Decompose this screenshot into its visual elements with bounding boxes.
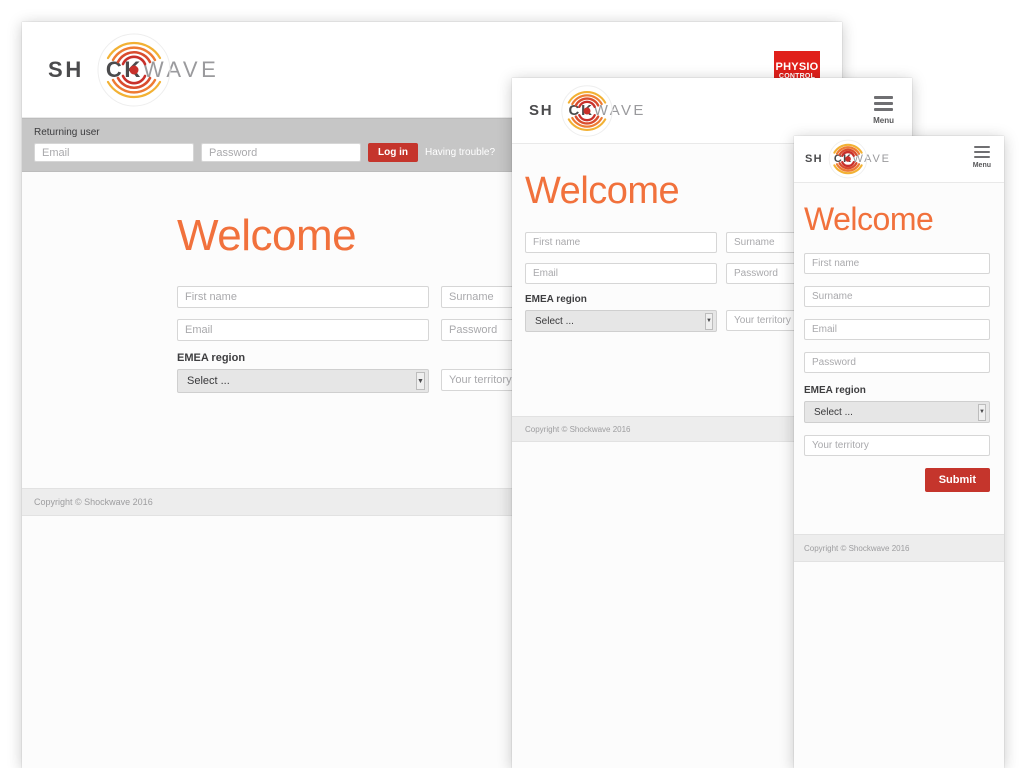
logo-text-sh: SH	[805, 153, 823, 165]
logo-text-ck: CK	[568, 102, 594, 119]
logo-text-sh: SH	[529, 102, 554, 119]
chevron-down-icon: ▼	[416, 372, 425, 390]
responsive-mockup-stage: SHOCKWAVE PHYSIO CONTROL Returning user …	[0, 0, 1024, 768]
mobile-page-body: Welcome First name Surname Email Passwor…	[794, 183, 1004, 768]
password-input[interactable]: Password	[804, 352, 990, 373]
first-name-input[interactable]: First name	[177, 286, 429, 308]
logo-text-wave: WAVE	[142, 56, 220, 82]
emea-region-select[interactable]: Select ... ▼	[177, 369, 429, 393]
shockwave-logo[interactable]: SHOCKWAVE	[805, 139, 891, 179]
menu-button-label: Menu	[873, 116, 894, 125]
copyright-text: Copyright © Shockwave 2016	[525, 424, 631, 434]
chevron-down-icon: ▼	[978, 403, 986, 421]
territory-input[interactable]: Your territory	[804, 435, 990, 456]
copyright-text: Copyright © Shockwave 2016	[34, 497, 153, 507]
emea-region-select[interactable]: Select ... ▼	[804, 401, 990, 423]
submit-button[interactable]: Submit	[924, 468, 990, 492]
submit-row: Submit	[804, 468, 990, 492]
logo-text-sh: SH	[48, 56, 84, 82]
logo-text-ck: CK	[105, 56, 143, 82]
mobile-site-header: SHOCKWAVE Menu	[794, 136, 1004, 183]
hamburger-icon	[973, 146, 990, 161]
email-input[interactable]: Email	[804, 319, 990, 340]
logo-text-ck: CK	[833, 153, 853, 165]
tablet-site-header: SHOCKWAVE Menu	[512, 78, 912, 144]
logo-text-o: O	[553, 102, 568, 119]
shockwave-logo[interactable]: SHOCKWAVE	[529, 84, 646, 137]
having-trouble-link[interactable]: Having trouble?	[425, 147, 495, 158]
logo-text-wave: WAVE	[593, 102, 646, 119]
email-input[interactable]: Email	[177, 319, 429, 341]
mobile-footer: Copyright © Shockwave 2016	[794, 534, 1004, 562]
hamburger-icon	[874, 96, 894, 114]
welcome-heading: Welcome	[804, 201, 934, 237]
login-password-input[interactable]: Password	[201, 143, 361, 162]
menu-button-label: Menu	[972, 162, 991, 169]
mobile-viewport: SHOCKWAVE Menu Welcome First name Surnam…	[794, 136, 1004, 768]
logo-text-o: O	[84, 57, 106, 83]
first-name-input[interactable]: First name	[804, 253, 990, 274]
logo-text-o: O	[823, 153, 834, 165]
first-name-input[interactable]: First name	[525, 232, 717, 253]
log-in-button[interactable]: Log in	[368, 143, 418, 162]
login-email-input[interactable]: Email	[34, 143, 194, 162]
email-input[interactable]: Email	[525, 263, 717, 284]
copyright-text: Copyright © Shockwave 2016	[804, 543, 910, 553]
emea-region-select-value: Select ...	[535, 315, 574, 327]
shockwave-logo[interactable]: SHOCKWAVE	[48, 33, 220, 106]
menu-button[interactable]: Menu	[973, 146, 991, 169]
emea-region-select-value: Select ...	[187, 375, 230, 387]
registration-form: First name Surname Email Password EMEA r…	[804, 253, 990, 492]
surname-input[interactable]: Surname	[804, 286, 990, 307]
physio-line-1: PHYSIO	[775, 60, 819, 73]
logo-text-wave: WAVE	[852, 153, 891, 165]
emea-region-select-value: Select ...	[814, 406, 853, 418]
menu-button[interactable]: Menu	[873, 96, 894, 125]
emea-region-label: EMEA region	[804, 385, 866, 396]
chevron-down-icon: ▼	[705, 312, 713, 330]
emea-region-select[interactable]: Select ... ▼	[525, 310, 717, 332]
